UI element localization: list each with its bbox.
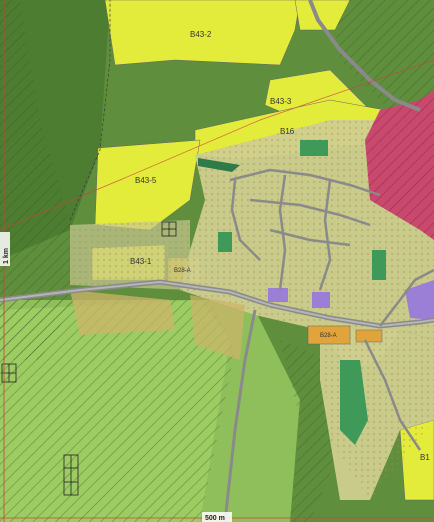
zone-label-b16: B16 bbox=[280, 127, 295, 136]
green-space-4[interactable] bbox=[300, 140, 328, 156]
green-space-3[interactable] bbox=[372, 250, 386, 280]
scale-label-horizontal: 500 m bbox=[205, 515, 225, 522]
zone-label-b43-5: B43-5 bbox=[135, 176, 157, 185]
scale-label-vertical: 1 km bbox=[3, 248, 10, 264]
public-parcel-1[interactable] bbox=[268, 288, 288, 302]
zoning-map[interactable]: B43-2 B43-3 B16 B43-5 B43-1 B28-A B28-A … bbox=[0, 0, 434, 522]
green-space-2[interactable] bbox=[218, 232, 232, 252]
public-parcel-2[interactable] bbox=[312, 292, 330, 308]
zone-label-b43-3: B43-3 bbox=[270, 97, 292, 106]
settlement-dots-west bbox=[70, 220, 190, 290]
zone-label-b43-1: B43-1 bbox=[130, 257, 152, 266]
zone-label-b1: B1 bbox=[420, 453, 430, 462]
zone-label-b43-2: B43-2 bbox=[190, 30, 212, 39]
orange-parcel-east[interactable] bbox=[355, 329, 383, 343]
zone-label-b28-a: B28-A bbox=[174, 268, 191, 274]
zone-label-b28-a-east: B28-A bbox=[320, 333, 337, 339]
